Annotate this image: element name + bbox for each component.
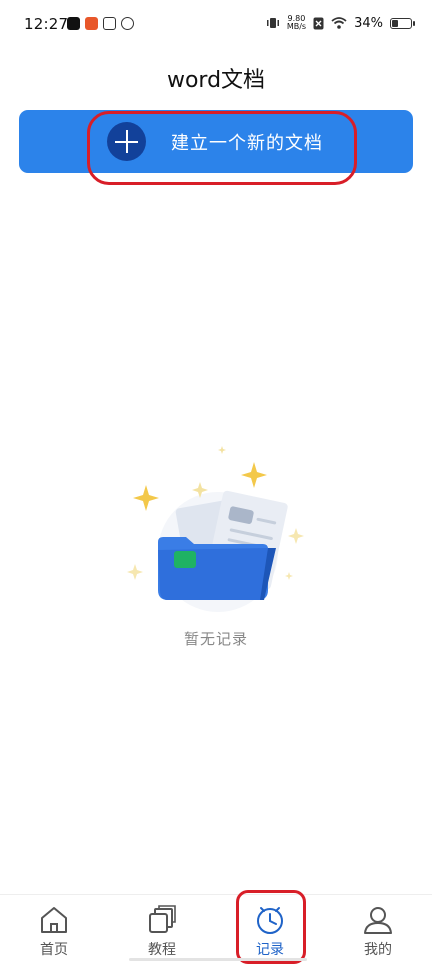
net-speed: 9.80 MB/s: [287, 15, 306, 31]
home-indicator: [129, 958, 307, 961]
status-indicators: 9.80 MB/s 34%: [266, 15, 415, 31]
link-icon: [121, 17, 134, 30]
net-speed-unit: MB/s: [286, 22, 307, 31]
page-title: word文档: [166, 68, 266, 93]
mail-icon: [103, 17, 116, 30]
notification-icons: [67, 17, 134, 30]
wifi-icon: [331, 17, 347, 29]
tab-profile[interactable]: 我的: [324, 895, 432, 965]
vibrate-icon: [266, 18, 279, 28]
app-notification-icon: [85, 17, 98, 30]
tutorial-icon: [149, 905, 176, 933]
tab-home-label: 首页: [40, 942, 68, 958]
sparkle-icon: [241, 462, 267, 488]
tab-tutorial[interactable]: 教程: [108, 895, 216, 965]
highlight-annotation-records-tab: [236, 890, 306, 964]
tab-profile-label: 我的: [364, 942, 392, 958]
battery-percent: 34%: [354, 15, 383, 31]
battery-icon: [390, 17, 415, 29]
tiktok-icon: [67, 17, 80, 30]
tab-home[interactable]: 首页: [0, 895, 108, 965]
bottom-navigation: 首页 教程 记录 我的: [0, 894, 432, 965]
empty-state-message: 暂无记录: [183, 630, 248, 648]
sim-off-icon: [313, 17, 324, 29]
tab-tutorial-label: 教程: [148, 942, 176, 958]
empty-folder-illustration: [127, 446, 304, 612]
home-icon: [41, 907, 67, 933]
highlight-annotation-create-button: [87, 111, 357, 185]
profile-icon: [364, 907, 392, 934]
sparkle-icon: [133, 485, 159, 511]
status-time: 12:27: [24, 15, 69, 33]
status-bar: 12:27 9.80 MB/s 34%: [0, 0, 432, 52]
